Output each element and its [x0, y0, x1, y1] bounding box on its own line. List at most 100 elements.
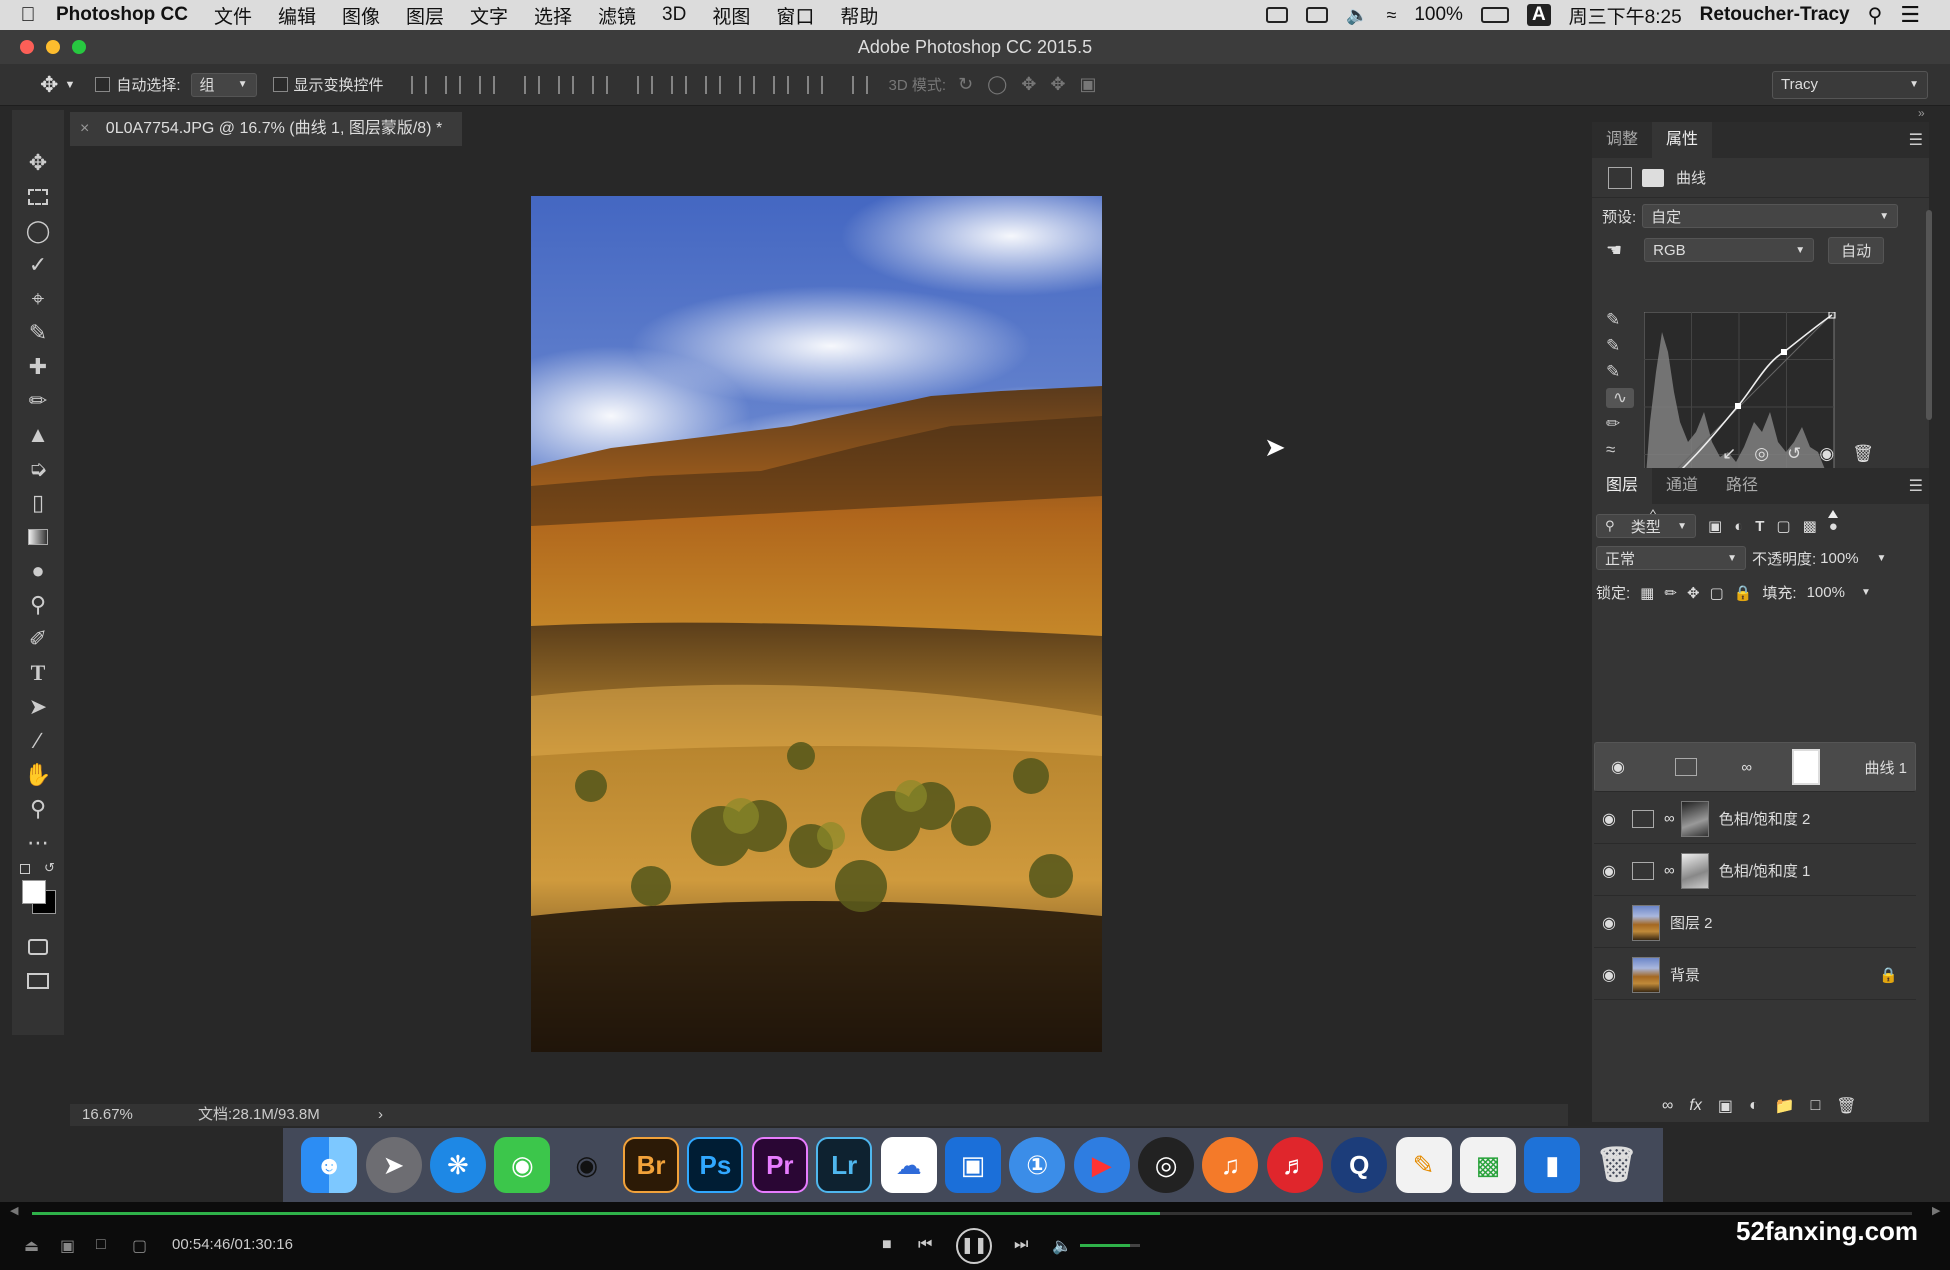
layer-thumbnail[interactable]	[1632, 904, 1660, 941]
lightroom-icon[interactable]: Lr	[816, 1137, 873, 1193]
auto-align-icon[interactable]	[851, 75, 868, 94]
delete-adjustment-icon[interactable]: 🗑	[1852, 444, 1874, 464]
wifi-icon[interactable]: ≈	[1386, 5, 1396, 26]
lasso-tool-icon[interactable]: ◯	[18, 214, 58, 248]
zoom-level[interactable]: 16.67%	[82, 1104, 133, 1126]
photoshop-icon[interactable]: Ps	[687, 1137, 744, 1193]
more-tools-icon[interactable]: ⋯	[18, 826, 58, 860]
distribute-bottom-icon[interactable]	[704, 75, 721, 94]
next-icon[interactable]: ⏭	[1014, 1236, 1028, 1254]
menu-type[interactable]: 文字	[470, 2, 508, 29]
user-name[interactable]: Retoucher-Tracy	[1700, 4, 1850, 26]
visibility-eye-icon[interactable]: ◉	[1594, 913, 1624, 933]
marquee-tool-icon[interactable]	[18, 180, 58, 214]
menu-help[interactable]: 帮助	[840, 2, 878, 29]
new-adjustment-icon[interactable]: ◐	[1749, 1097, 1759, 1115]
chevron-down-icon[interactable]: ▼	[64, 79, 75, 91]
safari-icon[interactable]: ❋	[429, 1137, 486, 1193]
input-method-icon[interactable]: A	[1526, 4, 1551, 26]
link-icon[interactable]: ∞	[1664, 810, 1675, 827]
layer-row-layer-2[interactable]: ◉ 图层 2	[1594, 898, 1916, 948]
new-layer-icon[interactable]: □	[1811, 1097, 1821, 1115]
screen-recorder-icon[interactable]: ▣	[944, 1137, 1001, 1193]
airplay-icon[interactable]	[1306, 7, 1329, 23]
3d-scale-icon[interactable]: ▣	[1079, 74, 1096, 95]
layer-thumbnail[interactable]	[1632, 956, 1660, 993]
auto-select-checkbox[interactable]	[95, 77, 111, 92]
panel-menu-icon[interactable]: ☰	[1909, 130, 1923, 150]
layer-row-curves[interactable]: ◉ ∞ 曲线 1	[1594, 742, 1916, 792]
align-hcenter-icon[interactable]	[557, 75, 574, 94]
visibility-eye-icon[interactable]: ◉	[1603, 757, 1633, 777]
eject-icon[interactable]: ⏏	[24, 1236, 39, 1256]
pen-tool-icon[interactable]: ✐	[18, 622, 58, 656]
bridge-icon[interactable]: Br	[623, 1137, 680, 1193]
distribute-vcenter-icon[interactable]	[670, 75, 687, 94]
align-right-icon[interactable]	[591, 75, 608, 94]
filter-adjustment-icon[interactable]: ◐	[1734, 518, 1743, 535]
visibility-eye-icon[interactable]: ◉	[1594, 809, 1624, 829]
type-tool-icon[interactable]: T	[18, 656, 58, 690]
distribute-top-icon[interactable]	[636, 75, 653, 94]
pause-button[interactable]: ❚❚	[956, 1228, 992, 1264]
quick-select-tool-icon[interactable]: ✓	[18, 248, 58, 282]
premiere-icon[interactable]: Pr	[751, 1137, 808, 1193]
clip-to-layer-icon[interactable]: ↙	[1722, 444, 1736, 464]
tab-adjustments[interactable]: 调整	[1592, 122, 1652, 158]
gradient-tool-icon[interactable]	[18, 520, 58, 554]
volume-icon[interactable]: 🔈	[1052, 1236, 1072, 1256]
trash-icon[interactable]: 🗑	[1589, 1137, 1645, 1193]
menu-edit[interactable]: 编辑	[278, 2, 316, 29]
3d-roll-icon[interactable]: ◯	[987, 74, 1007, 95]
volume-icon[interactable]: 🔈	[1346, 5, 1368, 26]
hand-tool-icon[interactable]: ✋	[18, 758, 58, 792]
distribute-right-icon[interactable]	[806, 75, 823, 94]
auto-button[interactable]: 自动	[1828, 236, 1885, 264]
close-document-icon[interactable]: ×	[80, 120, 89, 137]
blend-mode-dropdown[interactable]: 正常 ▼	[1596, 546, 1746, 570]
link-layers-icon[interactable]: ∞	[1662, 1097, 1673, 1115]
app-menu[interactable]: Photoshop CC	[56, 4, 188, 26]
launchpad-icon[interactable]: ➤	[365, 1137, 422, 1193]
netease-music-icon[interactable]: ♬	[1266, 1137, 1323, 1193]
tab-properties[interactable]: 属性	[1652, 122, 1713, 158]
lock-icon[interactable]: 🔒	[1879, 966, 1898, 984]
progress-track[interactable]	[32, 1212, 1912, 1215]
clone-stamp-tool-icon[interactable]: ▲	[18, 418, 58, 452]
filter-smart-object-icon[interactable]: ▩	[1803, 517, 1817, 535]
add-mask-icon[interactable]: ▣	[1718, 1096, 1733, 1116]
dodge-tool-icon[interactable]: ⚲	[18, 588, 58, 622]
seek-forward-icon[interactable]: ▶	[1932, 1204, 1940, 1217]
lock-artboard-icon[interactable]: ▢	[1710, 584, 1724, 602]
channel-dropdown[interactable]: RGB ▼	[1644, 238, 1815, 262]
finder-icon[interactable]: ☻	[301, 1137, 358, 1193]
tab-channels[interactable]: 通道	[1652, 468, 1712, 504]
layer-style-fx-icon[interactable]: fx	[1689, 1097, 1701, 1115]
layer-row-hue-sat-2[interactable]: ◉ ∞ 色相/饱和度 2	[1594, 794, 1916, 844]
tab-layers[interactable]: 图层	[1592, 468, 1653, 504]
curves-adjustment-icon[interactable]	[1608, 166, 1632, 189]
wechat-icon[interactable]: ◉	[494, 1137, 551, 1193]
white-point-eyedropper-icon[interactable]: ✎	[1606, 362, 1634, 382]
move-tool-icon[interactable]: ✥	[18, 146, 58, 180]
collapse-right-icon[interactable]: »	[1918, 106, 1925, 120]
xiami-music-icon[interactable]: ♫	[1202, 1137, 1259, 1193]
menu-image[interactable]: 图像	[342, 2, 380, 29]
cloud-drive-icon[interactable]: ☁	[880, 1137, 937, 1193]
eyedropper-tool-icon[interactable]: ✎	[18, 316, 58, 350]
seek-back-icon[interactable]: ◀	[10, 1204, 18, 1217]
crop-tool-icon[interactable]: ⌖	[18, 282, 58, 316]
align-bottom-icon[interactable]	[478, 75, 495, 94]
distribute-hcenter-icon[interactable]	[772, 75, 789, 94]
align-top-icon[interactable]	[410, 75, 427, 94]
menu-file[interactable]: 文件	[214, 2, 252, 29]
layer-row-background[interactable]: ◉ 背景 🔒	[1594, 950, 1916, 1000]
3d-pan-icon[interactable]: ✥	[1021, 74, 1036, 95]
battery-icon[interactable]	[1480, 7, 1509, 23]
line-tool-icon[interactable]: ∕	[18, 724, 58, 758]
path-selection-tool-icon[interactable]: ➤	[18, 690, 58, 724]
numbers-icon[interactable]: ▩	[1459, 1137, 1516, 1193]
eraser-tool-icon[interactable]: ▯	[18, 486, 58, 520]
new-group-icon[interactable]: 📁	[1775, 1096, 1795, 1116]
layer-mask-thumbnail[interactable]	[1680, 800, 1709, 837]
